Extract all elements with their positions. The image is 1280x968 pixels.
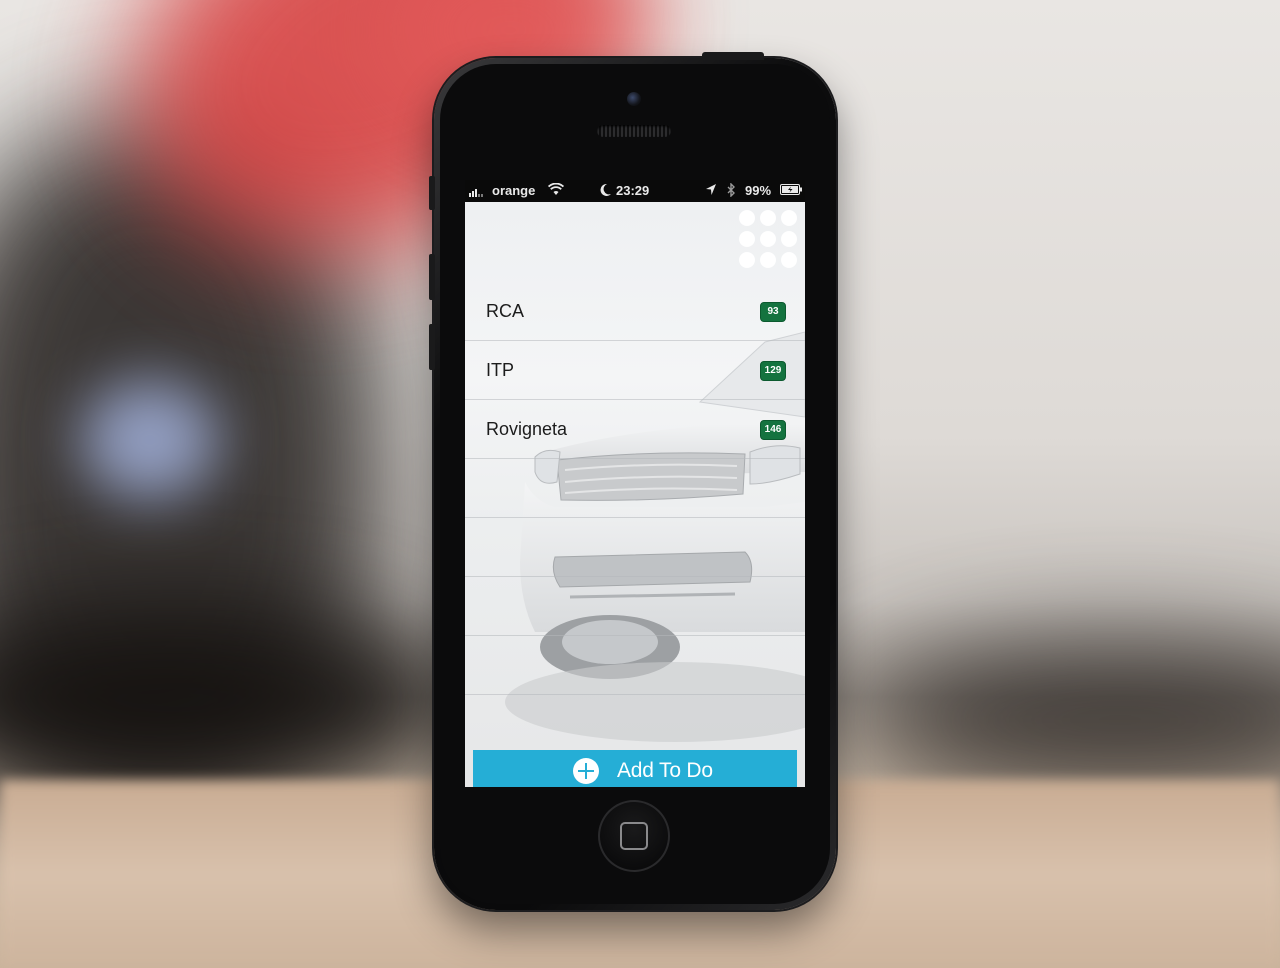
clock-time: 23:29 — [616, 183, 650, 198]
app-view: RCA 93 ITP 129 Rovigneta 146 Add To Do — [465, 202, 805, 787]
days-count-badge: 93 — [760, 302, 786, 322]
days-count-badge: 146 — [760, 420, 786, 440]
location-icon — [705, 183, 717, 200]
todo-list: RCA 93 ITP 129 Rovigneta 146 — [465, 282, 805, 695]
empty-row — [465, 636, 805, 695]
front-camera — [627, 92, 641, 106]
phone-screen: orange 23:29 99% RCA 93 ITP 129 Rovignet… — [465, 180, 805, 787]
empty-row — [465, 577, 805, 636]
battery-icon — [780, 183, 803, 199]
add-todo-label: Add To Do — [617, 759, 713, 782]
signal-icon — [469, 183, 483, 197]
volume-up-button[interactable] — [429, 254, 435, 300]
mute-switch[interactable] — [429, 176, 435, 210]
list-item[interactable]: RCA 93 — [465, 282, 805, 341]
add-todo-button[interactable]: Add To Do — [473, 750, 797, 787]
empty-row — [465, 518, 805, 577]
item-label: ITP — [486, 360, 515, 380]
list-item[interactable]: Rovigneta 146 — [465, 400, 805, 459]
iphone-device: orange 23:29 99% RCA 93 ITP 129 Rovignet… — [429, 52, 836, 910]
home-square-icon — [620, 822, 648, 850]
home-button[interactable] — [598, 800, 670, 872]
sleep-button[interactable] — [702, 52, 764, 60]
wifi-icon — [547, 182, 565, 200]
empty-row — [465, 459, 805, 518]
carrier-name: orange — [492, 183, 536, 198]
plus-circle-icon — [573, 758, 599, 784]
item-label: RCA — [486, 301, 525, 321]
earpiece-speaker — [597, 125, 671, 137]
bluetooth-icon — [727, 182, 736, 201]
days-count-badge: 129 — [760, 361, 786, 381]
moon-icon — [600, 183, 612, 201]
grid-menu-icon[interactable] — [739, 210, 799, 268]
volume-down-button[interactable] — [429, 324, 435, 370]
battery-percent: 99% — [745, 183, 772, 198]
item-label: Rovigneta — [486, 419, 568, 439]
status-bar: orange 23:29 99% — [465, 180, 805, 202]
list-item[interactable]: ITP 129 — [465, 341, 805, 400]
